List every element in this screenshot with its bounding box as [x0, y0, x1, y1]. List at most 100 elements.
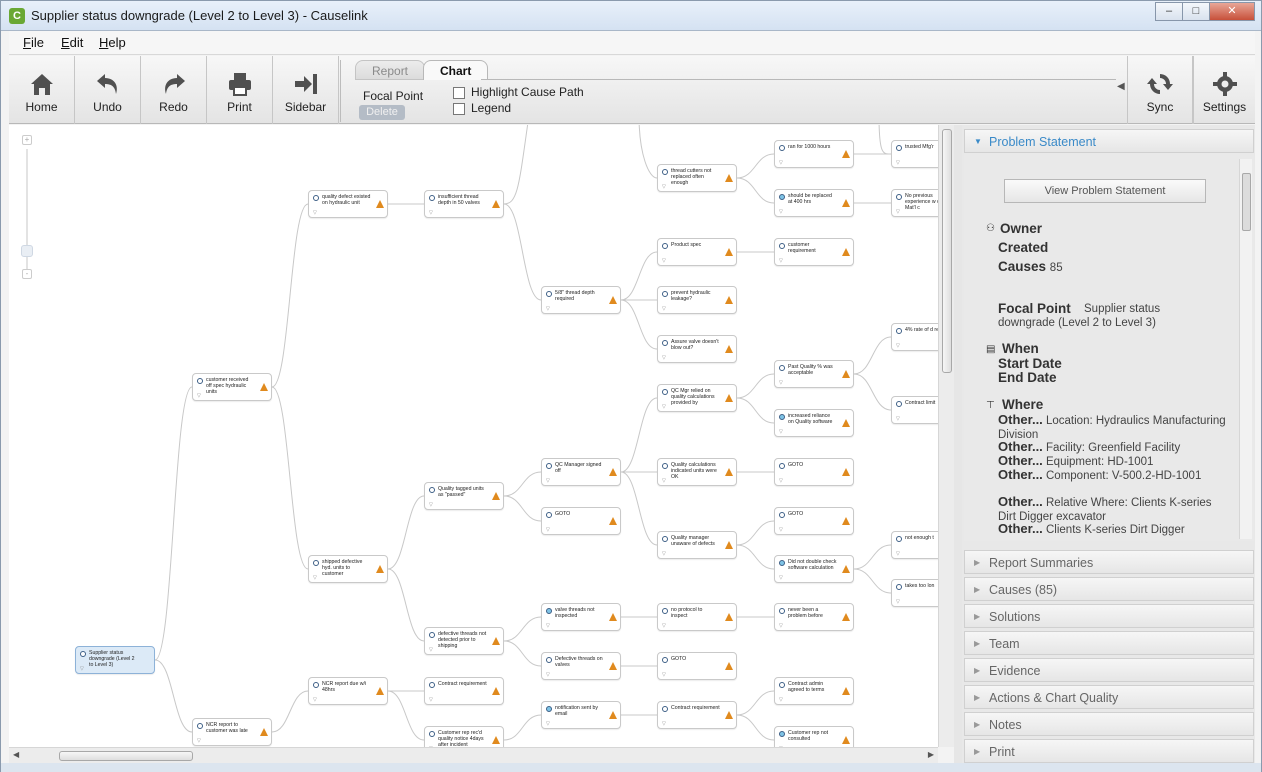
cause-node[interactable]: Product spec ▽	[657, 238, 737, 266]
zoom-out-button[interactable]: -	[22, 269, 32, 279]
expand-toggle-icon[interactable]: ▽	[546, 527, 550, 533]
expand-toggle-icon[interactable]: ▽	[662, 478, 666, 484]
title-bar[interactable]: C Supplier status downgrade (Level 2 to …	[1, 1, 1261, 31]
cause-node[interactable]: shipped defective hyd. units to customer…	[308, 555, 388, 583]
close-button[interactable]: ✕	[1209, 2, 1255, 21]
cause-node[interactable]: GOTO ▽	[657, 652, 737, 680]
expand-toggle-icon[interactable]: ▽	[662, 306, 666, 312]
expand-toggle-icon[interactable]: ▽	[662, 672, 666, 678]
expand-toggle-icon[interactable]: ▽	[896, 160, 900, 166]
chart-hscroll-thumb[interactable]	[59, 751, 193, 761]
expand-toggle-icon[interactable]: ▽	[662, 404, 666, 410]
cause-node[interactable]: quality defect existed on hydraulic unit…	[308, 190, 388, 218]
expand-toggle-icon[interactable]: ▽	[429, 647, 433, 653]
cause-node[interactable]: Quality manager unaware of defects ▽	[657, 531, 737, 559]
cause-node[interactable]: prevent hydraulic leakage? ▽	[657, 286, 737, 314]
cause-chart-canvas[interactable]: + - Supplier status downgrade (Level 2 t…	[9, 125, 938, 747]
legend-checkbox[interactable]	[453, 103, 465, 115]
undo-button[interactable]: Undo	[75, 56, 141, 124]
expand-toggle-icon[interactable]: ▽	[779, 478, 783, 484]
sync-button[interactable]: Sync	[1127, 56, 1193, 124]
expand-toggle-icon[interactable]: ▽	[896, 599, 900, 605]
highlight-cause-path-checkbox[interactable]	[453, 87, 465, 99]
expand-toggle-icon[interactable]: ▽	[662, 184, 666, 190]
menu-edit[interactable]: Edit	[61, 35, 83, 50]
problem-statement-scrollbar[interactable]	[1239, 159, 1252, 539]
expand-toggle-icon[interactable]: ▽	[662, 355, 666, 361]
section-evidence[interactable]: ▶ Evidence	[964, 658, 1254, 682]
cause-node[interactable]: customer received off spec hydraulic uni…	[192, 373, 272, 401]
cause-node[interactable]: valve threads not inspected ▽	[541, 603, 621, 631]
cause-node[interactable]: GOTO ▽	[774, 458, 854, 486]
expand-toggle-icon[interactable]: ▽	[896, 343, 900, 349]
cause-node[interactable]: QC Manager signed off ▽	[541, 458, 621, 486]
section-causes[interactable]: ▶ Causes (85)	[964, 577, 1254, 601]
chart-vertical-scrollbar[interactable]	[938, 125, 954, 747]
expand-toggle-icon[interactable]: ▽	[197, 393, 201, 399]
menu-file[interactable]: File	[23, 35, 44, 50]
expand-toggle-icon[interactable]: ▽	[779, 380, 783, 386]
scroll-left-icon[interactable]: ◀	[13, 750, 19, 759]
expand-toggle-icon[interactable]: ▽	[662, 258, 666, 264]
settings-button[interactable]: Settings	[1193, 56, 1255, 124]
expand-toggle-icon[interactable]: ▽	[779, 160, 783, 166]
chart-vscroll-thumb[interactable]	[942, 129, 952, 373]
cause-node[interactable]: Did not double check software calculatio…	[774, 555, 854, 583]
cause-node[interactable]: never been a problem before ▽	[774, 603, 854, 631]
expand-toggle-icon[interactable]: ▽	[429, 210, 433, 216]
cause-node[interactable]: No previous experience w cutter Mat'l c ▽	[891, 189, 938, 217]
cause-node[interactable]: not enough t ▽	[891, 531, 938, 559]
collapse-arrow-icon[interactable]: ◀	[1117, 81, 1125, 92]
expand-toggle-icon[interactable]: ▽	[546, 721, 550, 727]
cause-node[interactable]: Assure valve doesn't blow out? ▽	[657, 335, 737, 363]
expand-toggle-icon[interactable]: ▽	[546, 306, 550, 312]
cause-node[interactable]: increased reliance on Quality software ▽	[774, 409, 854, 437]
print-button[interactable]: Print	[207, 56, 273, 124]
expand-toggle-icon[interactable]: ▽	[313, 575, 317, 581]
expand-toggle-icon[interactable]: ▽	[779, 429, 783, 435]
expand-toggle-icon[interactable]: ▽	[896, 209, 900, 215]
expand-toggle-icon[interactable]: ▽	[779, 697, 783, 703]
cause-node[interactable]: no protocol to inspect ▽	[657, 603, 737, 631]
expand-toggle-icon[interactable]: ▽	[546, 623, 550, 629]
expand-toggle-icon[interactable]: ▽	[429, 697, 433, 703]
cause-node[interactable]: ran for 1000 hours ▽	[774, 140, 854, 168]
expand-toggle-icon[interactable]: ▽	[779, 623, 783, 629]
expand-toggle-icon[interactable]: ▽	[779, 209, 783, 215]
tab-report[interactable]: Report	[355, 60, 426, 80]
expand-toggle-icon[interactable]: ▽	[779, 258, 783, 264]
expand-toggle-icon[interactable]: ▽	[546, 672, 550, 678]
section-team[interactable]: ▶ Team	[964, 631, 1254, 655]
cause-node[interactable]: customer requirement ▽	[774, 238, 854, 266]
expand-toggle-icon[interactable]: ▽	[313, 210, 317, 216]
focal-point-node[interactable]: Supplier status downgrade (Level 2 to Le…	[75, 646, 155, 674]
expand-toggle-icon[interactable]: ▽	[662, 551, 666, 557]
cause-node[interactable]: defective threads not detected prior to …	[424, 627, 504, 655]
expand-toggle-icon[interactable]: ▽	[80, 666, 84, 672]
view-problem-statement-button[interactable]: View Problem Statement	[1004, 179, 1206, 203]
tab-chart[interactable]: Chart	[423, 60, 489, 80]
zoom-control[interactable]: + -	[19, 135, 35, 285]
expand-toggle-icon[interactable]: ▽	[429, 502, 433, 508]
home-button[interactable]: Home	[9, 56, 75, 124]
cause-node[interactable]: GOTO ▽	[774, 507, 854, 535]
expand-toggle-icon[interactable]: ▽	[546, 478, 550, 484]
expand-toggle-icon[interactable]: ▽	[896, 551, 900, 557]
cause-node[interactable]: insufficient thread depth in 50 valves ▽	[424, 190, 504, 218]
expand-toggle-icon[interactable]: ▽	[662, 721, 666, 727]
expand-toggle-icon[interactable]: ▽	[779, 527, 783, 533]
problem-statement-scroll-thumb[interactable]	[1242, 173, 1251, 231]
cause-node[interactable]: GOTO ▽	[541, 507, 621, 535]
section-problem-statement[interactable]: ▼ Problem Statement	[964, 129, 1254, 153]
cause-node[interactable]: NCR report due w/i 48hrs ▽	[308, 677, 388, 705]
cause-node[interactable]: Customer rep not consulted▽	[774, 726, 854, 747]
section-report-summaries[interactable]: ▶ Report Summaries	[964, 550, 1254, 574]
cause-node[interactable]: QC Mgr relied on quality calculations pr…	[657, 384, 737, 412]
section-notes[interactable]: ▶ Notes	[964, 712, 1254, 736]
sidebar-button[interactable]: Sidebar	[273, 56, 339, 124]
cause-node[interactable]: NCR report to customer was late ▽	[192, 718, 272, 746]
cause-node[interactable]: Defective threads on valves ▽	[541, 652, 621, 680]
expand-toggle-icon[interactable]: ▽	[313, 697, 317, 703]
minimize-button[interactable]: –	[1155, 2, 1183, 21]
redo-button[interactable]: Redo	[141, 56, 207, 124]
